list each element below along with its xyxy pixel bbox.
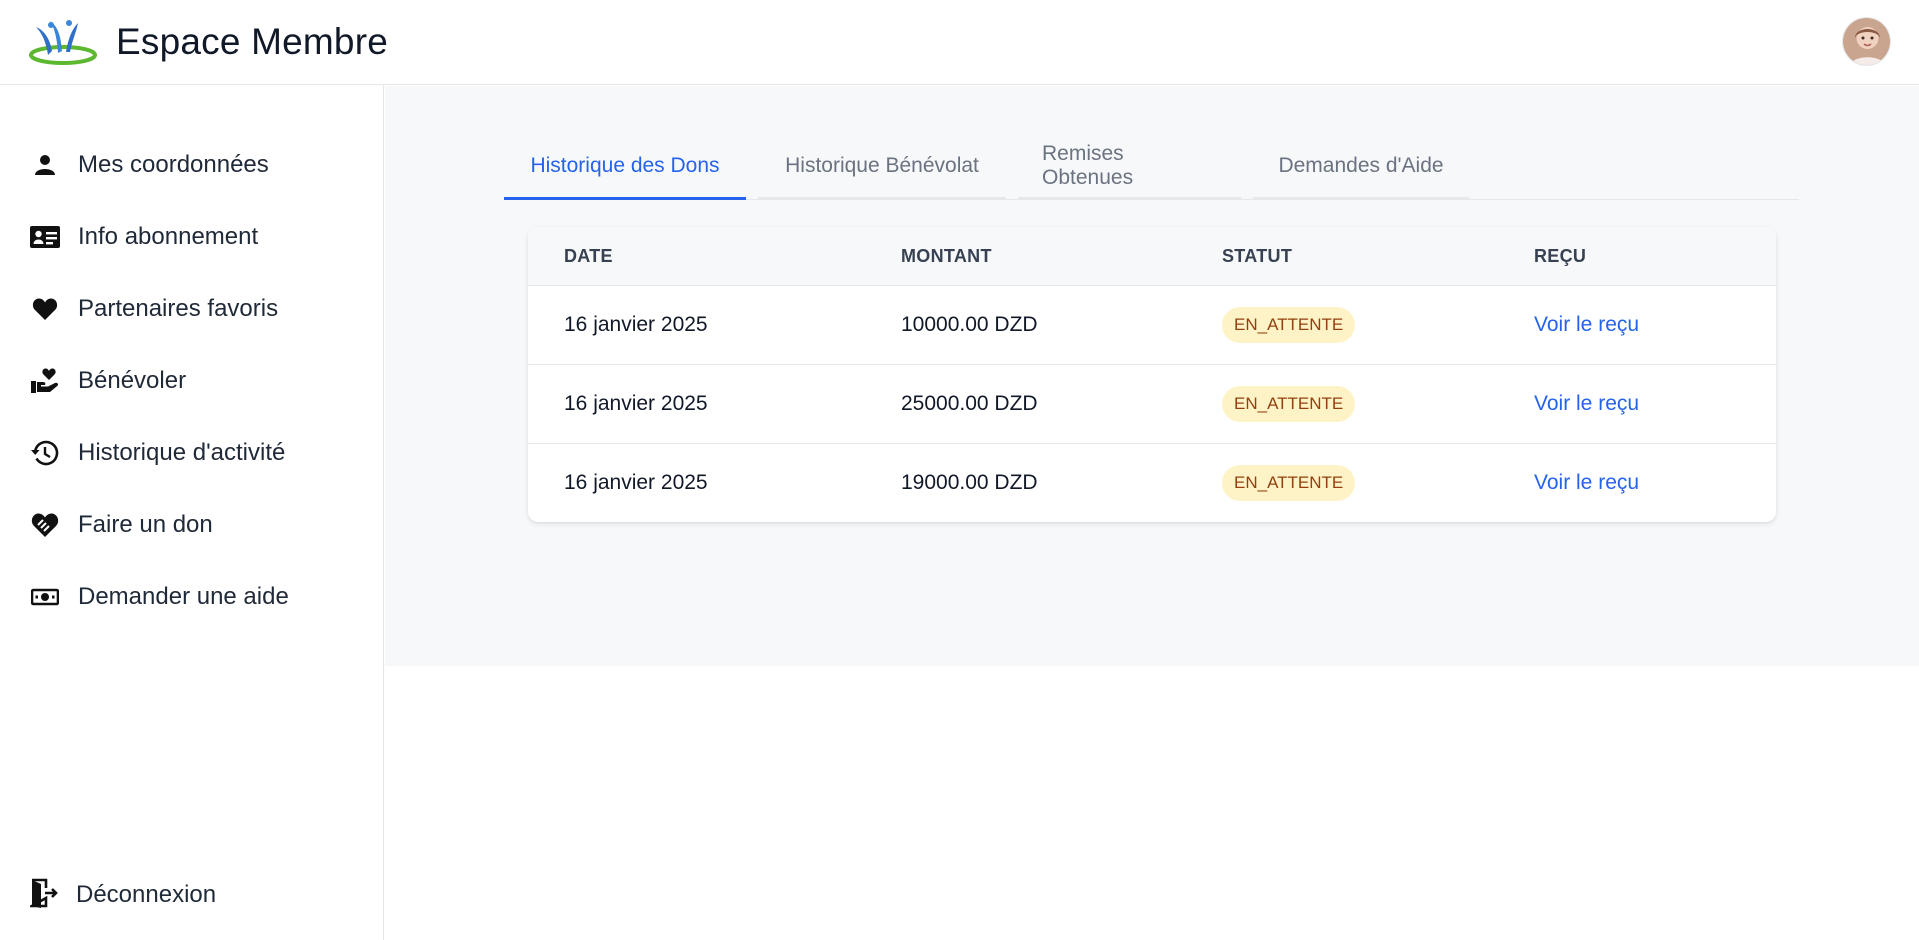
table-header: DATE MONTANT STATUT REÇU (528, 227, 1776, 285)
handshake-heart-icon (30, 510, 60, 540)
sidebar-nav: Mes coordonnées Info abonnement Partenai… (0, 85, 383, 633)
logout-button[interactable]: Déconnexion (0, 850, 383, 940)
sidebar: Mes coordonnées Info abonnement Partenai… (0, 85, 384, 940)
sidebar-item-label: Faire un don (78, 511, 213, 538)
logout-label: Déconnexion (76, 881, 217, 908)
tab-demandes-aide[interactable]: Demandes d'Aide (1253, 134, 1469, 200)
view-receipt-link[interactable]: Voir le reçu (1534, 313, 1639, 337)
column-header-statut: STATUT (1222, 245, 1293, 266)
sidebar-item-label: Partenaires favoris (78, 295, 279, 322)
brand-logo-icon (29, 20, 97, 65)
donations-table: DATE MONTANT STATUT REÇU 16 janvier 2025… (528, 227, 1776, 522)
main-content: Historique des Dons Historique Bénévolat… (385, 86, 1919, 666)
top-header: Espace Membre (0, 0, 1919, 85)
person-icon (30, 150, 60, 180)
sidebar-item-label: Mes coordonnées (78, 151, 269, 178)
sidebar-item-info-abonnement[interactable]: Info abonnement (0, 201, 383, 273)
id-card-icon (30, 222, 60, 252)
sidebar-item-label: Demander une aide (78, 583, 289, 610)
status-badge: EN_ATTENTE (1222, 386, 1356, 422)
tab-historique-benevolat[interactable]: Historique Bénévolat (758, 134, 1006, 200)
sidebar-item-label: Bénévoler (78, 367, 187, 394)
user-avatar[interactable] (1842, 17, 1891, 66)
view-receipt-link[interactable]: Voir le reçu (1534, 392, 1639, 416)
table-row: 16 janvier 2025 25000.00 DZD EN_ATTENTE … (528, 364, 1776, 443)
sidebar-item-label: Historique d'activité (78, 439, 286, 466)
status-badge: EN_ATTENTE (1222, 307, 1356, 343)
column-header-recu: REÇU (1534, 245, 1587, 266)
sidebar-item-faire-un-don[interactable]: Faire un don (0, 489, 383, 561)
sidebar-item-demander-une-aide[interactable]: Demander une aide (0, 561, 383, 633)
money-icon (30, 582, 60, 612)
sidebar-item-partenaires-favoris[interactable]: Partenaires favoris (0, 273, 383, 345)
sidebar-item-label: Info abonnement (78, 223, 259, 250)
column-header-montant: MONTANT (901, 245, 992, 266)
cell-date: 16 janvier 2025 (564, 392, 708, 415)
sidebar-item-historique-activite[interactable]: Historique d'activité (0, 417, 383, 489)
hand-heart-icon (30, 366, 60, 396)
logout-icon (27, 878, 58, 913)
brand[interactable]: Espace Membre (28, 17, 388, 67)
cell-amount: 10000.00 DZD (901, 313, 1038, 336)
tab-historique-dons[interactable]: Historique des Dons (504, 134, 746, 200)
view-receipt-link[interactable]: Voir le reçu (1534, 471, 1639, 495)
cell-date: 16 janvier 2025 (564, 471, 708, 494)
cell-amount: 19000.00 DZD (901, 471, 1038, 494)
cell-date: 16 janvier 2025 (564, 313, 708, 336)
heart-icon (30, 294, 60, 324)
cell-amount: 25000.00 DZD (901, 392, 1038, 415)
table-row: 16 janvier 2025 10000.00 DZD EN_ATTENTE … (528, 285, 1776, 364)
tab-remises-obtenues[interactable]: Remises Obtenues (1018, 134, 1241, 200)
sidebar-item-mes-coordonnees[interactable]: Mes coordonnées (0, 129, 383, 201)
history-icon (30, 438, 60, 468)
sidebar-item-benevoler[interactable]: Bénévoler (0, 345, 383, 417)
status-badge: EN_ATTENTE (1222, 465, 1356, 501)
avatar-image (1843, 18, 1890, 65)
app-title: Espace Membre (116, 21, 388, 62)
table-row: 16 janvier 2025 19000.00 DZD EN_ATTENTE … (528, 443, 1776, 522)
column-header-date: DATE (564, 245, 613, 266)
tabs-bar: Historique des Dons Historique Bénévolat… (504, 134, 1799, 200)
